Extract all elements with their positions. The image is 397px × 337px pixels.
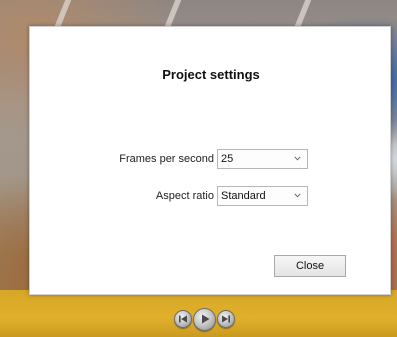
- video-background-stripe: [54, 0, 72, 26]
- play-icon: [201, 314, 209, 324]
- aspect-ratio-select[interactable]: Standard: [217, 186, 308, 206]
- dialog-title: Project settings: [162, 67, 260, 82]
- skip-forward-button[interactable]: [217, 310, 235, 328]
- video-background-stripe: [294, 0, 312, 26]
- skip-back-button[interactable]: [174, 310, 192, 328]
- skip-forward-icon: [222, 315, 230, 323]
- fps-label-wrap: Frames per second: [30, 149, 214, 169]
- fps-select[interactable]: 25: [217, 149, 308, 169]
- close-button[interactable]: Close: [274, 255, 346, 277]
- fps-select-value: 25: [221, 153, 234, 165]
- chevron-down-icon: [294, 193, 301, 198]
- play-button[interactable]: [193, 307, 216, 331]
- aspect-ratio-select-value: Standard: [221, 190, 266, 202]
- video-background-stripe: [164, 0, 182, 26]
- fps-label: Frames per second: [119, 153, 214, 165]
- skip-back-icon: [179, 315, 187, 323]
- chevron-down-icon: [294, 156, 301, 161]
- transport-controls: [174, 307, 235, 331]
- project-settings-dialog: Project settings Frames per second 25 As…: [29, 26, 391, 295]
- aspect-ratio-label: Aspect ratio: [155, 190, 214, 202]
- aspect-label-wrap: Aspect ratio: [30, 186, 214, 206]
